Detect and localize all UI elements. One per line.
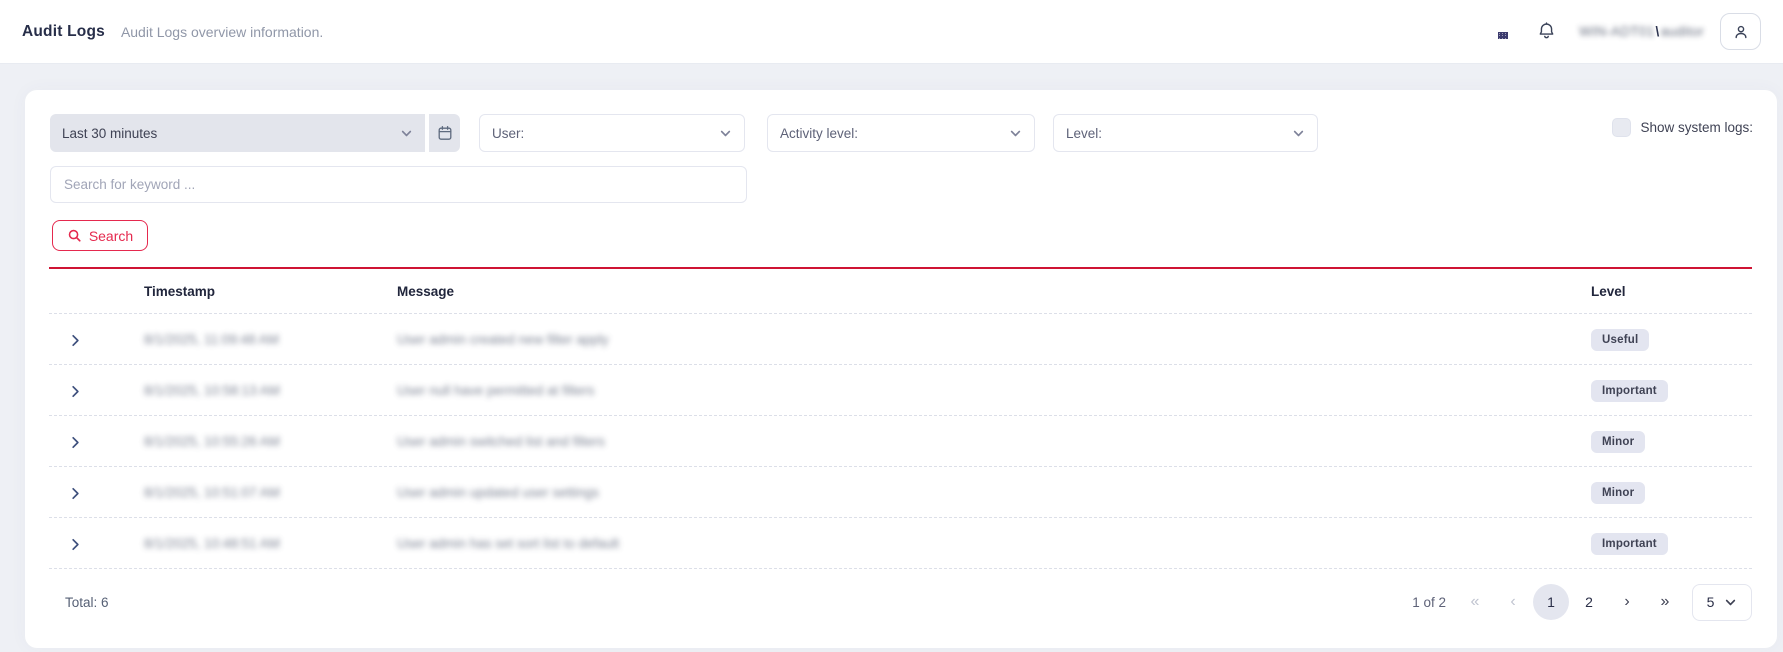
chevron-down-icon (1292, 127, 1305, 140)
page-title: Audit Logs (22, 23, 105, 41)
time-range-main[interactable]: Last 30 minutes (50, 114, 425, 152)
page-button[interactable]: 2 (1570, 583, 1608, 621)
calendar-icon (437, 125, 453, 141)
user-filter-label: User: (492, 126, 524, 141)
table-row: 8/1/2025, 10:51:07 AM User admin updated… (49, 467, 1752, 518)
first-page-button[interactable]: « (1456, 583, 1494, 621)
chevron-down-icon (400, 127, 413, 140)
last-page-button[interactable]: » (1646, 583, 1684, 621)
bell-icon (1536, 21, 1557, 42)
calendar-picker-button[interactable] (429, 114, 460, 152)
row-level-cell: Important (1591, 518, 1668, 569)
row-message-redacted: User admin switched list and filters (397, 416, 605, 467)
pagination-range-label: 1 of 2 (1412, 595, 1446, 610)
row-timestamp-redacted: 8/1/2025, 10:51:07 AM (144, 467, 280, 518)
row-timestamp-redacted: 8/1/2025, 10:55:26 AM (144, 416, 280, 467)
table-row: 8/1/2025, 10:55:26 AM User admin switche… (49, 416, 1752, 467)
page-size-value: 5 (1707, 594, 1715, 610)
topbar-left: Audit Logs Audit Logs overview informati… (22, 23, 323, 41)
topbar: Audit Logs Audit Logs overview informati… (0, 0, 1783, 64)
topbar-right: WIN-ADT01\auditor (1487, 13, 1761, 50)
chevron-right-icon: › (1624, 593, 1629, 611)
level-badge: Useful (1591, 329, 1649, 351)
language-selector-button[interactable] (1487, 24, 1509, 40)
level-badge: Important (1591, 380, 1668, 402)
user-filter-select[interactable]: User: (479, 114, 745, 152)
time-range-value: Last 30 minutes (62, 126, 392, 141)
table-row: 8/1/2025, 11:09:48 AM User admin created… (49, 314, 1752, 365)
row-timestamp-redacted: 8/1/2025, 11:09:48 AM (144, 314, 279, 365)
page-subtitle: Audit Logs overview information. (121, 24, 323, 40)
username-domain-redacted: WIN-ADT01 (1579, 24, 1654, 39)
expand-row-button[interactable] (63, 430, 87, 454)
expand-row-button[interactable] (63, 481, 87, 505)
next-page-button[interactable]: › (1608, 583, 1646, 621)
page-button-current[interactable]: 1 (1533, 584, 1569, 620)
notifications-button[interactable] (1533, 19, 1559, 45)
row-level-cell: Important (1591, 365, 1668, 416)
chevron-right-icon (68, 486, 83, 501)
table-row: 8/1/2025, 10:58:13 AM User null have per… (49, 365, 1752, 416)
level-badge: Minor (1591, 431, 1645, 453)
show-system-logs-group: Show system logs: (1612, 118, 1753, 137)
expand-row-button[interactable] (63, 328, 87, 352)
level-badge: Minor (1591, 482, 1645, 504)
pagination: 1 of 2 « ‹ 1 2 › » 5 (1412, 583, 1752, 621)
level-filter-label: Level: (1066, 126, 1102, 141)
double-chevron-left-icon: « (1471, 593, 1480, 611)
chevron-right-icon (68, 333, 83, 348)
search-button[interactable]: Search (52, 220, 148, 251)
row-message-redacted: User admin updated user settings (397, 467, 599, 518)
chevron-right-icon (68, 537, 83, 552)
time-range-select[interactable]: Last 30 minutes (50, 114, 460, 152)
level-filter-select[interactable]: Level: (1053, 114, 1318, 152)
chevron-right-icon (68, 384, 83, 399)
row-timestamp-redacted: 8/1/2025, 10:58:13 AM (144, 365, 280, 416)
expand-row-button[interactable] (63, 379, 87, 403)
username-separator: \ (1656, 24, 1660, 39)
column-header-timestamp: Timestamp (144, 269, 215, 314)
search-button-label: Search (89, 228, 133, 244)
user-menu-button[interactable] (1720, 13, 1761, 50)
row-message-redacted: User admin created new filter apply (397, 314, 609, 365)
activity-level-filter-label: Activity level: (780, 126, 858, 141)
chevron-right-icon (68, 435, 83, 450)
expand-row-button[interactable] (63, 532, 87, 556)
table-header-row: Timestamp Message Level (49, 269, 1752, 314)
chevron-down-icon (1009, 127, 1022, 140)
search-input[interactable] (50, 166, 747, 203)
double-chevron-right-icon: » (1661, 593, 1670, 611)
row-level-cell: Useful (1591, 314, 1649, 365)
row-timestamp-redacted: 8/1/2025, 10:48:51 AM (144, 518, 280, 569)
show-system-logs-checkbox[interactable] (1612, 118, 1631, 137)
audit-logs-card: Last 30 minutes User: Activity level: (25, 90, 1777, 648)
total-count-label: Total: 6 (65, 587, 109, 617)
row-level-cell: Minor (1591, 467, 1645, 518)
previous-page-button[interactable]: ‹ (1494, 583, 1532, 621)
page-size-select[interactable]: 5 (1692, 584, 1752, 621)
column-header-level: Level (1591, 269, 1626, 314)
row-message-redacted: User null have permitted at filters (397, 365, 594, 416)
level-badge: Important (1591, 533, 1668, 555)
chevron-down-icon (719, 127, 732, 140)
table-row: 8/1/2025, 10:48:51 AM User admin has set… (49, 518, 1752, 569)
show-system-logs-label: Show system logs: (1640, 120, 1753, 135)
row-message-redacted: User admin has set sort list to default (397, 518, 619, 569)
activity-level-filter-select[interactable]: Activity level: (767, 114, 1035, 152)
column-header-message: Message (397, 269, 454, 314)
chevron-down-icon (1724, 596, 1737, 609)
username-name-redacted: auditor (1661, 24, 1704, 39)
chevron-left-icon: ‹ (1510, 593, 1515, 611)
search-icon (67, 228, 82, 243)
user-icon (1731, 22, 1751, 42)
logged-in-username: WIN-ADT01\auditor (1579, 24, 1704, 39)
row-level-cell: Minor (1591, 416, 1645, 467)
